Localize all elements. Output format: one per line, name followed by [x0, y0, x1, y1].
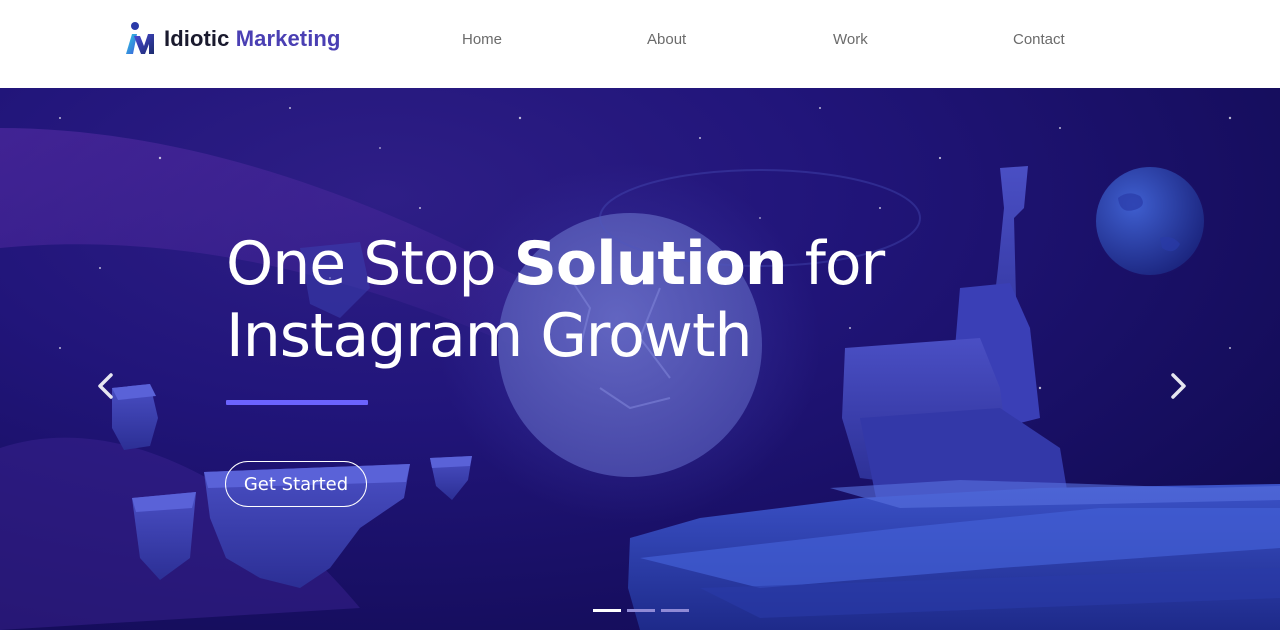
carousel-indicator-1[interactable]: [593, 609, 621, 612]
carousel-next-button[interactable]: [1164, 368, 1194, 404]
main-nav: Home About Work Contact: [0, 0, 1280, 80]
nav-link-work[interactable]: Work: [833, 31, 868, 48]
nav-link-contact[interactable]: Contact: [1013, 31, 1065, 48]
chevron-right-icon: [1171, 373, 1186, 399]
nav-link-home[interactable]: Home: [462, 31, 502, 48]
hero-carousel: One Stop Solution for Instagram Growth G…: [0, 88, 1280, 630]
carousel-indicator-2[interactable]: [627, 609, 655, 612]
carousel-prev-button[interactable]: [90, 368, 120, 404]
chevron-left-icon: [98, 373, 113, 399]
site-header: Idiotic Marketing Home About Work Contac…: [0, 0, 1280, 88]
carousel-indicators: [593, 609, 689, 613]
get-started-button[interactable]: Get Started: [225, 461, 367, 507]
carousel-indicator-3[interactable]: [661, 609, 689, 612]
hero-title: One Stop Solution for Instagram Growth: [226, 229, 885, 371]
title-underline-divider: [226, 400, 368, 405]
nav-link-about[interactable]: About: [647, 31, 686, 48]
